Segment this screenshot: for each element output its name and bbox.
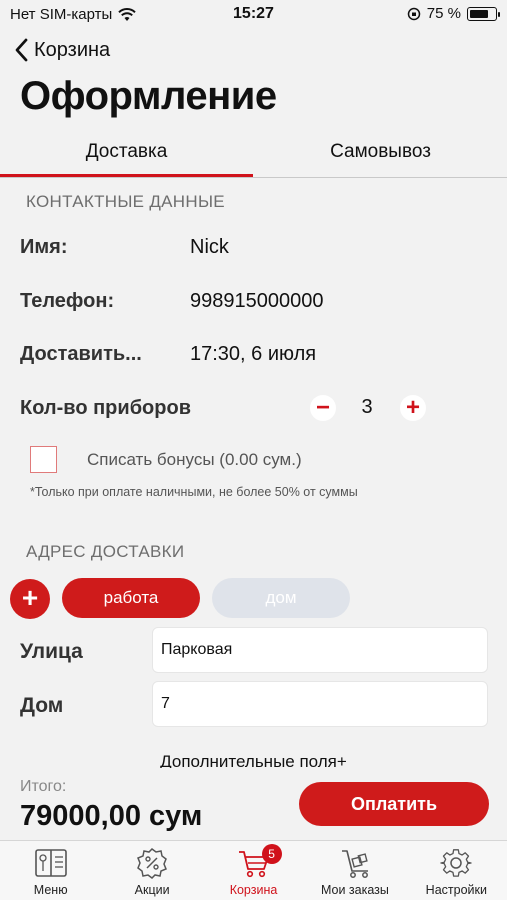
delivery-time-value[interactable]: 17:30, 6 июля: [190, 343, 316, 366]
address-chip-home[interactable]: дом: [212, 578, 350, 618]
battery-icon: [467, 6, 500, 21]
page-title: Оформление: [20, 74, 277, 118]
additional-fields-link[interactable]: Дополнительные поля+: [0, 752, 507, 768]
phone-label: Телефон:: [20, 290, 115, 312]
cart-badge: 5: [261, 844, 282, 864]
menu-book-icon: [34, 849, 67, 877]
chevron-left-icon: [15, 38, 28, 62]
status-bar: Нет SIM-карты 15:27 75 %: [0, 0, 507, 30]
bonus-label-text: Списать бонусы: [87, 450, 215, 469]
delivery-time-label: Доставить...: [20, 343, 142, 365]
battery-percent: 75 %: [426, 5, 461, 22]
bonus-amount: (0.00 сум.): [219, 450, 302, 469]
tabbar-label-menu: Меню: [33, 883, 68, 897]
tab-delivery[interactable]: Доставка: [0, 130, 253, 177]
total-label: Итого:: [20, 778, 67, 795]
tabbar-label-promotions: Акции: [134, 883, 170, 897]
tabbar-item-settings[interactable]: Настройки: [406, 841, 507, 900]
pay-button[interactable]: Оплатить: [299, 782, 489, 826]
back-button[interactable]: Корзина: [14, 38, 110, 62]
total-value: 79000,00 сум: [20, 800, 203, 832]
cutlery-count: 3: [361, 396, 373, 418]
tabbar-item-cart[interactable]: 5 Корзина: [203, 841, 304, 900]
tabbar-item-menu[interactable]: Меню: [0, 841, 101, 900]
address-section-title: АДРЕС ДОСТАВКИ: [26, 542, 185, 561]
house-label: Дом: [20, 694, 64, 717]
cutlery-decrease-button[interactable]: −: [310, 395, 336, 421]
bonus-label: Списать бонусы (0.00 сум.): [87, 450, 302, 470]
tabbar-label-orders: Мои заказы: [320, 883, 389, 897]
back-label: Корзина: [34, 38, 111, 61]
tabbar-label-cart: Корзина: [229, 883, 278, 897]
add-address-button[interactable]: +: [10, 579, 50, 619]
settings-gear-icon: [440, 849, 473, 877]
tabbar-label-settings: Настройки: [425, 883, 487, 897]
cutlery-increase-button[interactable]: +: [400, 395, 426, 421]
name-label: Имя:: [20, 236, 68, 258]
orders-trolley-icon: [341, 850, 368, 878]
tabbar-item-orders[interactable]: Мои заказы: [304, 841, 405, 900]
cutlery-label: Кол-во приборов: [20, 397, 191, 419]
house-input[interactable]: [152, 681, 488, 727]
bonus-checkbox[interactable]: [30, 446, 57, 473]
street-label: Улица: [20, 640, 83, 663]
orientation-lock-icon: [407, 7, 421, 20]
bonus-note: *Только при оплате наличными, не более 5…: [30, 485, 358, 499]
tabbar-item-promotions[interactable]: Акции: [101, 841, 202, 900]
street-input[interactable]: [152, 627, 488, 673]
delivery-method-tabs: Доставка Самовывоз: [0, 130, 507, 178]
name-value[interactable]: Nick: [190, 236, 229, 259]
contact-section-title: КОНТАКТНЫЕ ДАННЫЕ: [26, 192, 225, 211]
phone-value[interactable]: 998915000000: [190, 290, 323, 313]
tab-pickup[interactable]: Самовывоз: [254, 130, 507, 177]
address-chip-work[interactable]: работа: [62, 578, 200, 618]
discount-icon: [137, 848, 168, 879]
bottom-tab-bar: Меню Акции 5 Корзина Мои заказы Настройк…: [0, 840, 507, 900]
